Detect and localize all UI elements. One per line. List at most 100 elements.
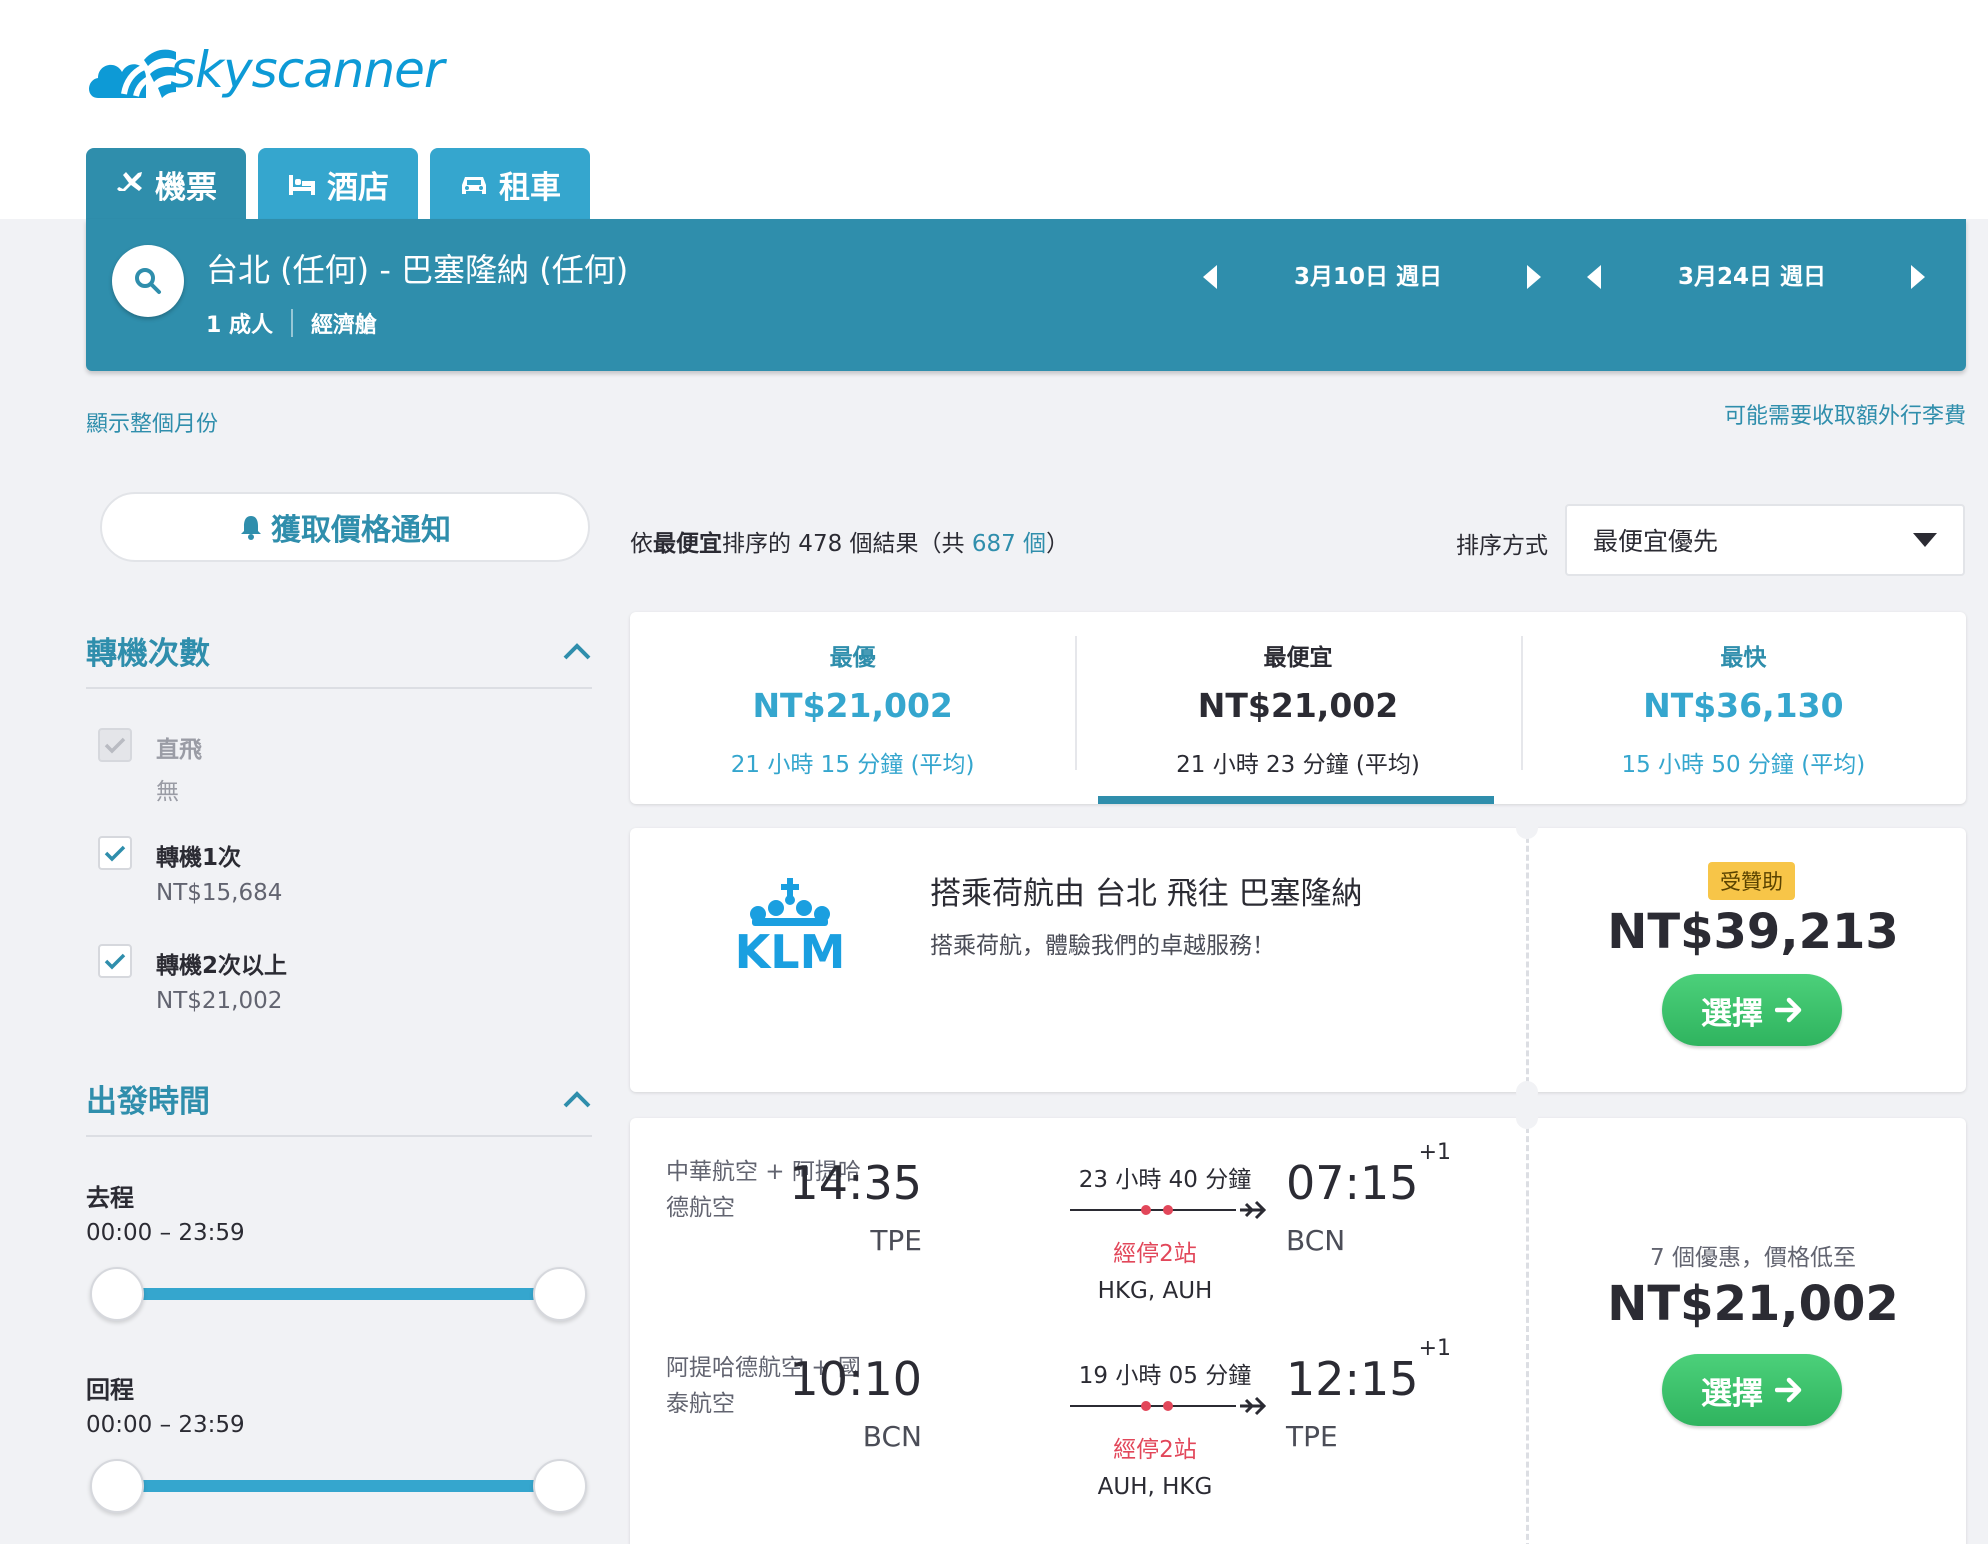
day-offset: +1 [1418, 1139, 1452, 1165]
bell-icon [241, 516, 261, 540]
one-stop-checkbox[interactable] [98, 836, 132, 870]
deals-count: 7 個優惠，價格低至 [1650, 1245, 1856, 1271]
skyscanner-logo[interactable]: skyscanner [84, 38, 444, 102]
departure-time: 10:10 [789, 1352, 922, 1406]
ticket-notch [1516, 817, 1538, 839]
day-offset: +1 [1418, 1335, 1452, 1361]
arrival-airport: TPE [1286, 1420, 1338, 1453]
depart-date-next-button[interactable] [1522, 257, 1546, 297]
brand-name: skyscanner [170, 41, 444, 99]
plane-icon [117, 172, 142, 191]
triangle-right-icon [1911, 265, 1925, 289]
outbound-slider-start-handle[interactable] [90, 1267, 144, 1321]
triangle-left-icon [1587, 265, 1601, 289]
depart-date-prev-button[interactable] [1198, 257, 1222, 297]
car-icon [462, 177, 486, 194]
stops-line-icon [1070, 1200, 1266, 1220]
klm-logo: KLM [710, 878, 870, 979]
return-slider-end-handle[interactable] [533, 1459, 587, 1513]
search-icon [135, 268, 161, 294]
outbound-leg: 中華航空 + 阿提哈德航空 14:35 TPE 23 小時 40 分鐘 經停2站… [630, 1139, 1526, 1338]
search-summary-bar: 台北 (任何) - 巴塞隆納 (任何) 1 成人 經濟艙 3月10日 週日 3月… [86, 219, 1966, 371]
sponsored-badge: 受贊助 [1708, 862, 1795, 900]
return-date-next-button[interactable] [1906, 257, 1930, 297]
baggage-fees-link[interactable]: 可能需要收取額外行李費 [1724, 398, 1966, 430]
caret-down-icon [1913, 533, 1937, 547]
stops-count: 經停2站 [1113, 1241, 1197, 1267]
card-divider [1526, 828, 1529, 1092]
ad-select-button[interactable]: 選擇 [1662, 974, 1842, 1046]
return-slider-track[interactable] [116, 1480, 560, 1492]
check-icon [104, 953, 126, 970]
card-divider [1526, 1118, 1529, 1544]
divider [290, 309, 293, 337]
arrival-airport: BCN [1286, 1224, 1346, 1257]
return-date[interactable]: 3月24日 週日 [1632, 255, 1872, 299]
route-text[interactable]: 台北 (任何) - 巴塞隆納 (任何) [206, 245, 628, 291]
itinerary-card[interactable]: 中華航空 + 阿提哈德航空 14:35 TPE 23 小時 40 分鐘 經停2站… [630, 1107, 1966, 1544]
outbound-slider-end-handle[interactable] [533, 1267, 587, 1321]
arrow-right-icon [1775, 997, 1802, 1023]
total-results-link[interactable]: 687 個 [972, 531, 1046, 557]
check-icon [104, 737, 126, 754]
arrival-time: 07:15+1 [1286, 1139, 1452, 1210]
stops-line-icon [1070, 1396, 1266, 1416]
ticket-notch [1516, 1107, 1538, 1129]
product-tabs: 機票 酒店 租車 [86, 148, 590, 220]
ticket-notch [1516, 1081, 1538, 1103]
return-leg: 阿提哈德航空 + 國泰航空 10:10 BCN 19 小時 05 分鐘 經停2站… [630, 1335, 1526, 1534]
cloud-sun-icon [89, 49, 176, 98]
departure-airport: TPE [870, 1224, 922, 1257]
arrival-time: 12:15+1 [1286, 1335, 1452, 1406]
stopover-airports: AUH, HKG [1097, 1474, 1213, 1500]
itinerary-select-button[interactable]: 選擇 [1662, 1354, 1842, 1426]
sort-select[interactable]: 最便宜優先 [1565, 504, 1965, 576]
stops-filter-header[interactable]: 轉機次數 [86, 628, 592, 689]
stopover-airports: HKG, AUH [1097, 1278, 1213, 1304]
outbound-label: 去程 [86, 1184, 134, 1212]
departure-time-filter-header[interactable]: 出發時間 [86, 1076, 592, 1137]
depart-date[interactable]: 3月10日 週日 [1248, 255, 1488, 299]
svg-text:KLM: KLM [735, 925, 846, 972]
return-range: 00:00 – 23:59 [86, 1412, 245, 1438]
tab-car-hire[interactable]: 租車 [430, 148, 590, 220]
results-count: 依最便宜排序的 478 個結果（共 687 個） [630, 531, 1070, 557]
triangle-right-icon [1527, 265, 1541, 289]
flight-duration: 19 小時 05 分鐘 [1078, 1363, 1252, 1389]
departure-time-title: 出發時間 [86, 1084, 210, 1120]
summary-tab-cheapest[interactable]: 最便宜 NT$21,002 21 小時 23 分鐘 (平均) [1075, 612, 1520, 804]
active-tab-indicator [1098, 796, 1494, 804]
arrow-right-icon [1775, 1377, 1802, 1403]
outbound-slider-track[interactable] [116, 1288, 560, 1300]
ad-subtitle: 搭乘荷航，體驗我們的卓越服務！ [930, 933, 1275, 959]
edit-search-button[interactable] [112, 245, 184, 317]
crown-icon: KLM [735, 878, 846, 979]
sponsored-card[interactable]: KLM 搭乘荷航由 台北 飛往 巴塞隆納 搭乘荷航，體驗我們的卓越服務！ 受贊助… [630, 817, 1966, 1103]
sort-label: 排序方式 [1456, 533, 1548, 559]
stops-count: 經停2站 [1113, 1437, 1197, 1463]
ad-price: NT$39,213 [1607, 904, 1899, 960]
return-slider-start-handle[interactable] [90, 1459, 144, 1513]
departure-time: 14:35 [789, 1156, 922, 1210]
show-whole-month-link[interactable]: 顯示整個月份 [86, 406, 218, 438]
price-alert-button[interactable]: 獲取價格通知 [100, 492, 590, 562]
passenger-cabin[interactable]: 1 成人 經濟艙 [206, 307, 377, 339]
stops-filter-title: 轉機次數 [86, 636, 210, 672]
summary-tab-fastest[interactable]: 最快 NT$36,130 15 小時 50 分鐘 (平均) [1520, 612, 1966, 804]
itinerary-price: NT$21,002 [1607, 1276, 1899, 1332]
tab-flights[interactable]: 機票 [86, 148, 246, 220]
return-date-prev-button[interactable] [1582, 257, 1606, 297]
chevron-up-icon [563, 642, 591, 659]
flight-duration: 23 小時 40 分鐘 [1078, 1167, 1252, 1193]
outbound-range: 00:00 – 23:59 [86, 1220, 245, 1246]
ad-title: 搭乘荷航由 台北 飛往 巴塞隆納 [930, 876, 1363, 912]
passengers-label: 1 成人 [206, 313, 273, 338]
chevron-up-icon [563, 1090, 591, 1107]
tab-hotels[interactable]: 酒店 [258, 148, 418, 220]
summary-tab-best[interactable]: 最優 NT$21,002 21 小時 15 分鐘 (平均) [630, 612, 1075, 804]
two-plus-stops-checkbox[interactable] [98, 944, 132, 978]
check-icon [104, 845, 126, 862]
direct-checkbox[interactable] [98, 728, 132, 762]
cabin-label: 經濟艙 [310, 313, 377, 338]
triangle-left-icon [1203, 265, 1217, 289]
